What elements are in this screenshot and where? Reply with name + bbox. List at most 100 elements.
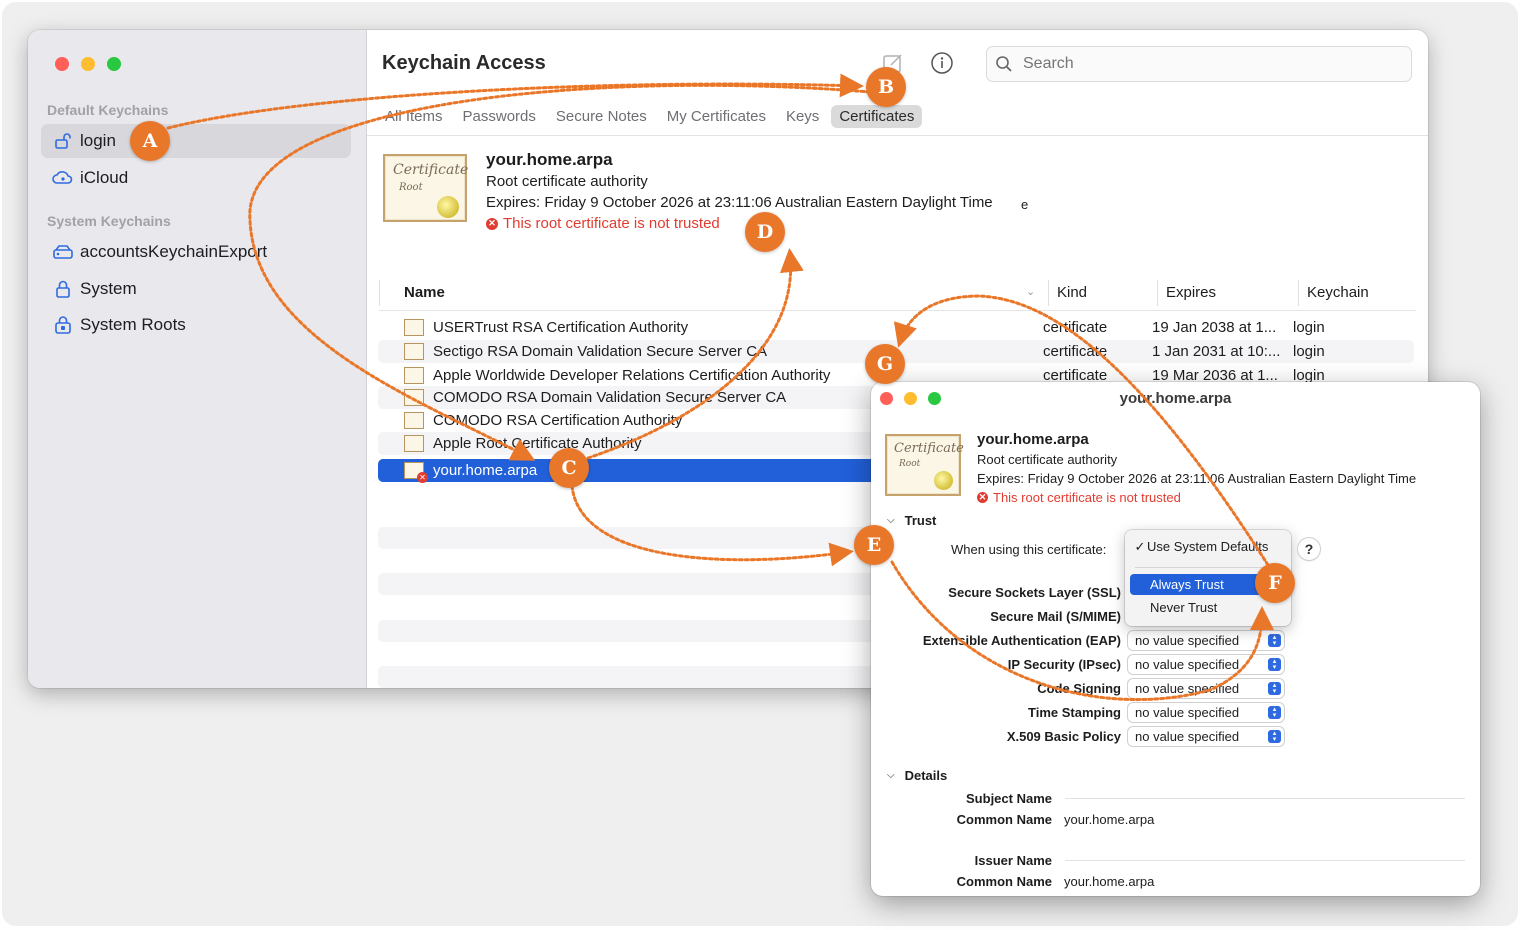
info-icon[interactable]	[929, 50, 955, 76]
policy-label-smime: Secure Mail (S/MIME)	[990, 609, 1121, 624]
tab-keys[interactable]: Keys	[778, 105, 827, 128]
column-header-name[interactable]: Name	[404, 284, 445, 301]
menu-divider	[1135, 567, 1281, 568]
eap-trust-popup[interactable]: no value specified ▴ ▾	[1128, 631, 1284, 650]
policy-label-x509: X.509 Basic Policy	[1006, 729, 1121, 744]
divider	[1065, 798, 1465, 799]
details-section-toggle[interactable]: ⌵ Details	[887, 768, 947, 783]
row-expires: 19 Jan 2038 at 1...	[1152, 319, 1277, 336]
divider	[367, 135, 1428, 136]
annotation-badge-c: C	[549, 448, 589, 488]
certificate-detail-window: your.home.arpa Certificate Root your.hom…	[871, 382, 1480, 896]
row-keychain: login	[1293, 343, 1325, 360]
tab-secure-notes[interactable]: Secure Notes	[548, 105, 655, 128]
padlock-icon	[52, 278, 74, 300]
x509-trust-popup[interactable]: no value specified ▴ ▾	[1128, 727, 1284, 746]
issuer-common-name-label: Common Name	[956, 874, 1052, 889]
row-name: Apple Worldwide Developer Relations Cert…	[433, 367, 831, 384]
annotation-badge-e: E	[854, 525, 894, 565]
trust-warning: ✕ This root certificate is not trusted	[486, 215, 720, 232]
row-name: USERTrust RSA Certification Authority	[433, 319, 689, 336]
tab-certificates[interactable]: Certificates	[831, 105, 923, 128]
column-separator	[1298, 280, 1299, 306]
certificate-name: your.home.arpa	[977, 431, 1089, 448]
tab-my-certificates[interactable]: My Certificates	[659, 105, 774, 128]
seal-icon	[437, 196, 459, 218]
time-stamping-trust-popup[interactable]: no value specified ▴ ▾	[1128, 703, 1284, 722]
column-separator	[1048, 280, 1049, 306]
locked-box-icon	[52, 314, 74, 336]
sidebar-item-login[interactable]: login	[41, 124, 351, 158]
search-icon	[995, 55, 1013, 73]
annotation-badge-f: F	[1255, 563, 1295, 603]
row-name: COMODO RSA Domain Validation Secure Serv…	[433, 389, 787, 406]
column-header-expires[interactable]: Expires	[1166, 284, 1216, 301]
trust-warning-text: This root certificate is not trusted	[993, 490, 1181, 505]
certificate-icon: Certificate Root	[383, 154, 468, 222]
row-expires: 1 Jan 2031 at 10:...	[1152, 343, 1281, 360]
ipsec-trust-popup[interactable]: no value specified ▴ ▾	[1128, 655, 1284, 674]
tab-all-items[interactable]: All Items	[377, 105, 451, 128]
certificate-icon	[404, 412, 424, 429]
certificate-expiry: Expires: Friday 9 October 2026 at 23:11:…	[977, 471, 1417, 486]
subject-common-name-value: your.home.arpa	[1064, 812, 1155, 827]
search-field[interactable]	[986, 46, 1412, 82]
checkmark-icon: ✓	[1134, 538, 1146, 554]
divider	[1065, 860, 1465, 861]
table-row[interactable]: USERTrust RSA Certification Authority ce…	[378, 316, 1414, 339]
sort-chevron-icon[interactable]: ⌄	[1026, 285, 1035, 298]
sidebar-item-label: System	[80, 279, 137, 298]
policy-label-ipsec: IP Security (IPsec)	[1007, 657, 1121, 672]
trust-warning: ✕ This root certificate is not trusted	[977, 490, 1181, 505]
sidebar-item-system-roots[interactable]: System Roots	[41, 308, 351, 342]
menu-item-use-system-defaults[interactable]: ✓ Use System Defaults	[1130, 536, 1286, 557]
column-header-kind[interactable]: Kind	[1057, 284, 1087, 301]
menu-item-never-trust[interactable]: Never Trust	[1130, 597, 1286, 618]
trust-warning-text: This root certificate is not trusted	[503, 215, 720, 232]
annotation-badge-b: B	[866, 67, 906, 107]
category-tabs: All Items Passwords Secure Notes My Cert…	[377, 105, 923, 128]
app-title: Keychain Access	[382, 52, 546, 74]
minimize-window-button[interactable]	[81, 57, 95, 71]
stepper-arrows-icon: ▴ ▾	[1268, 706, 1281, 719]
error-icon: ✕	[977, 492, 988, 503]
stepper-arrows-icon: ▴ ▾	[1268, 634, 1281, 647]
tab-passwords[interactable]: Passwords	[455, 105, 544, 128]
issuer-common-name-value: your.home.arpa	[1064, 874, 1155, 889]
stray-text: e	[1021, 197, 1029, 212]
policy-label-time-stamping: Time Stamping	[1028, 705, 1121, 720]
untrusted-certificate-icon: ✕	[404, 462, 428, 483]
policy-label-eap: Extensible Authentication (EAP)	[922, 633, 1121, 648]
certificate-icon	[404, 389, 424, 406]
policy-label-ssl: Secure Sockets Layer (SSL)	[948, 585, 1121, 600]
default-keychains-header: Default Keychains	[47, 102, 169, 118]
column-separator	[379, 280, 380, 306]
window-title: your.home.arpa	[1119, 390, 1232, 407]
sidebar-item-accountskeychainexport[interactable]: accountsKeychainExport	[41, 235, 351, 269]
help-button[interactable]: ?	[1298, 538, 1320, 560]
certificate-icon	[404, 343, 424, 360]
certificate-expiry: Expires: Friday 9 October 2026 at 23:11:…	[486, 194, 993, 211]
search-input[interactable]	[1021, 54, 1405, 74]
policy-label-code-signing: Code Signing	[1037, 681, 1121, 696]
unlocked-padlock-icon	[52, 130, 74, 152]
stepper-arrows-icon: ▴ ▾	[1268, 682, 1281, 695]
stepper-arrows-icon: ▴ ▾	[1268, 730, 1281, 743]
column-header-keychain[interactable]: Keychain	[1307, 284, 1369, 301]
sidebar-item-icloud[interactable]: iCloud	[41, 161, 351, 195]
chevron-down-icon: ⌵	[887, 770, 895, 781]
subject-common-name-label: Common Name	[956, 812, 1052, 827]
annotation-badge-d: D	[745, 212, 785, 252]
zoom-window-button[interactable]	[107, 57, 121, 71]
sidebar-item-label: accountsKeychainExport	[80, 242, 268, 261]
certificate-type: Root certificate authority	[977, 452, 1118, 467]
code-signing-trust-popup[interactable]: no value specified ▴ ▾	[1128, 679, 1284, 698]
certificate-icon	[404, 319, 424, 336]
sidebar-item-label: iCloud	[80, 168, 129, 187]
close-window-button[interactable]	[55, 57, 69, 71]
sidebar: Default Keychains login iCloud System Ke…	[28, 30, 367, 688]
certificate-name: your.home.arpa	[486, 150, 613, 169]
row-kind: certificate	[1043, 319, 1108, 336]
sidebar-item-system[interactable]: System	[41, 272, 351, 306]
trust-section-toggle[interactable]: ⌵ Trust	[887, 513, 936, 528]
